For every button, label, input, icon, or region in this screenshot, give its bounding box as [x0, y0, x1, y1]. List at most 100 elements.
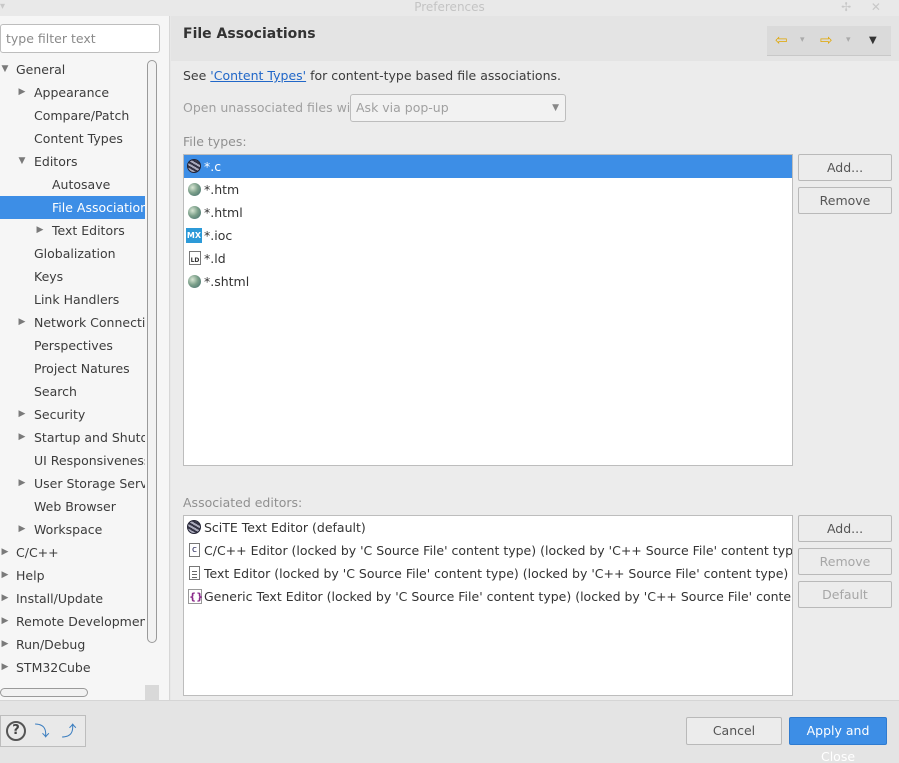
- tree-item[interactable]: Keys: [0, 265, 145, 288]
- chevron-right-icon[interactable]: ▶: [34, 219, 46, 242]
- tree-item[interactable]: ▶ Run/Debug: [0, 633, 145, 656]
- tree-item[interactable]: ▼ Editors: [0, 150, 145, 173]
- file-type-row[interactable]: *.htm: [184, 178, 792, 201]
- open-unassociated-value: Ask via pop-up: [356, 100, 449, 115]
- generic-editor-icon: {}: [188, 589, 203, 604]
- globe-icon: [188, 275, 201, 288]
- tree-item[interactable]: File Associations: [0, 196, 145, 219]
- view-menu-icon[interactable]: ▼: [869, 35, 877, 46]
- chevron-right-icon[interactable]: ▶: [16, 81, 28, 104]
- open-unassociated-label: Open unassociated files with:: [183, 100, 368, 115]
- back-arrow-icon[interactable]: ⇦: [775, 31, 788, 49]
- file-type-row[interactable]: MX *.ioc: [184, 224, 792, 247]
- tree-item[interactable]: UI Responsiveness Monitoring: [0, 449, 145, 472]
- tree-item[interactable]: ▶ Startup and Shutdown: [0, 426, 145, 449]
- tree-item[interactable]: Compare/Patch: [0, 104, 145, 127]
- tree-item[interactable]: ▼ General: [0, 58, 145, 81]
- tree-item[interactable]: ▶ Network Connections: [0, 311, 145, 334]
- tree-item[interactable]: ▶ Security: [0, 403, 145, 426]
- forward-dropdown-icon[interactable]: ▾: [846, 35, 851, 45]
- content-types-hint: See 'Content Types' for content-type bas…: [183, 68, 561, 83]
- tree-item-label: Appearance: [34, 85, 110, 100]
- export-icon[interactable]: ⤴: [59, 722, 79, 740]
- scrollbar-corner: [145, 685, 159, 700]
- chevron-right-icon[interactable]: ▶: [0, 633, 11, 656]
- tree-item[interactable]: Globalization: [0, 242, 145, 265]
- help-icon[interactable]: ?: [6, 721, 26, 741]
- cancel-button[interactable]: Cancel: [686, 717, 782, 745]
- editor-row[interactable]: SciTE Text Editor (default): [184, 516, 792, 539]
- tree-item-label: Remote Development: [16, 614, 145, 629]
- chevron-right-icon[interactable]: ▶: [16, 311, 28, 334]
- history-navbar: ⇦ ▾ ⇨ ▾ ▼: [767, 26, 891, 56]
- file-type-row[interactable]: *.html: [184, 201, 792, 224]
- tree-item[interactable]: ▶ User Storage Service: [0, 472, 145, 495]
- tree-item[interactable]: ▶ STM32Cube: [0, 656, 145, 679]
- tree-item[interactable]: Perspectives: [0, 334, 145, 357]
- editor-remove-button[interactable]: Remove: [798, 548, 892, 575]
- tree-item[interactable]: ▶ Text Editors: [0, 219, 145, 242]
- back-dropdown-icon[interactable]: ▾: [800, 35, 805, 45]
- tree-item-label: File Associations: [52, 200, 145, 215]
- associated-editors-list[interactable]: SciTE Text Editor (default) c C/C++ Editor…: [183, 515, 793, 696]
- mx-icon: MX: [186, 228, 202, 243]
- tree-item[interactable]: Project Natures: [0, 357, 145, 380]
- chevron-right-icon[interactable]: ▶: [16, 472, 28, 495]
- file-type-row[interactable]: LD *.ld: [184, 247, 792, 270]
- file-type-row[interactable]: *.c: [184, 155, 792, 178]
- chevron-right-icon[interactable]: ▶: [0, 564, 11, 587]
- editor-default-button[interactable]: Default: [798, 581, 892, 608]
- forward-arrow-icon[interactable]: ⇨: [820, 31, 833, 49]
- tree-item[interactable]: ▶ C/C++: [0, 541, 145, 564]
- editor-row[interactable]: {} Generic Text Editor (locked by 'C Sour…: [184, 585, 792, 608]
- file-types-list[interactable]: *.c *.htm *.html MX *.ioc LD *.ld *.shtml: [183, 154, 793, 466]
- file-type-remove-button[interactable]: Remove: [798, 187, 892, 214]
- tree-item[interactable]: ▶ Appearance: [0, 81, 145, 104]
- chevron-right-icon[interactable]: ▶: [0, 587, 11, 610]
- tree-item-label: Web Browser: [34, 499, 116, 514]
- editor-row[interactable]: Text Editor (locked by 'C Source File' c…: [184, 562, 792, 585]
- chevron-right-icon[interactable]: ▶: [16, 426, 28, 449]
- file-type-label: *.c: [204, 159, 222, 174]
- window-controls[interactable]: ✢ ✕: [841, 0, 889, 14]
- chevron-down-icon: ▼: [552, 103, 559, 113]
- filter-input[interactable]: [0, 24, 160, 53]
- chevron-right-icon[interactable]: ▶: [0, 541, 11, 564]
- dialog-button-bar: ? ⤵ ⤴ Cancel Apply and Close: [0, 700, 899, 763]
- tree-item[interactable]: Search: [0, 380, 145, 403]
- window-menu-icon[interactable]: ▾: [0, 0, 5, 14]
- file-types-label: File types:: [183, 134, 247, 149]
- tree-item[interactable]: Content Types: [0, 127, 145, 150]
- file-type-row[interactable]: *.shtml: [184, 270, 792, 293]
- tree-item[interactable]: ▶ Install/Update: [0, 587, 145, 610]
- tree-item[interactable]: Autosave: [0, 173, 145, 196]
- tree-item-label: Content Types: [34, 131, 123, 146]
- editor-row[interactable]: c C/C++ Editor (locked by 'C Source File'…: [184, 539, 792, 562]
- tree-item[interactable]: ▶ Remote Development: [0, 610, 145, 633]
- apply-and-close-button[interactable]: Apply and Close: [789, 717, 887, 763]
- tree-horizontal-scrollbar[interactable]: [0, 688, 88, 697]
- chevron-right-icon[interactable]: ▶: [16, 403, 28, 426]
- tree-item-label: Workspace: [34, 522, 103, 537]
- editor-add-button[interactable]: Add...: [798, 515, 892, 542]
- tree-item[interactable]: ▶ Workspace: [0, 518, 145, 541]
- chevron-down-icon[interactable]: ▼: [16, 150, 28, 173]
- file-type-label: *.htm: [204, 182, 240, 197]
- tree-item-label: Compare/Patch: [34, 108, 130, 123]
- editor-label: SciTE Text Editor (default): [204, 520, 366, 535]
- chevron-right-icon[interactable]: ▶: [0, 610, 11, 633]
- open-unassociated-select[interactable]: Ask via pop-up ▼: [350, 94, 566, 122]
- chevron-right-icon[interactable]: ▶: [16, 518, 28, 541]
- chevron-down-icon[interactable]: ▼: [0, 58, 11, 81]
- tree-item[interactable]: ▶ Help: [0, 564, 145, 587]
- file-type-add-button[interactable]: Add...: [798, 154, 892, 181]
- import-icon[interactable]: ⤵: [32, 722, 52, 740]
- chevron-right-icon[interactable]: ▶: [0, 656, 11, 679]
- file-type-label: *.html: [204, 205, 243, 220]
- page-title: File Associations: [183, 26, 316, 42]
- tree-item[interactable]: Link Handlers: [0, 288, 145, 311]
- tree-item[interactable]: Web Browser: [0, 495, 145, 518]
- tree-vertical-scrollbar[interactable]: [147, 60, 157, 643]
- content-types-link[interactable]: 'Content Types': [210, 68, 306, 83]
- editor-label: C/C++ Editor (locked by 'C Source File' …: [204, 543, 793, 558]
